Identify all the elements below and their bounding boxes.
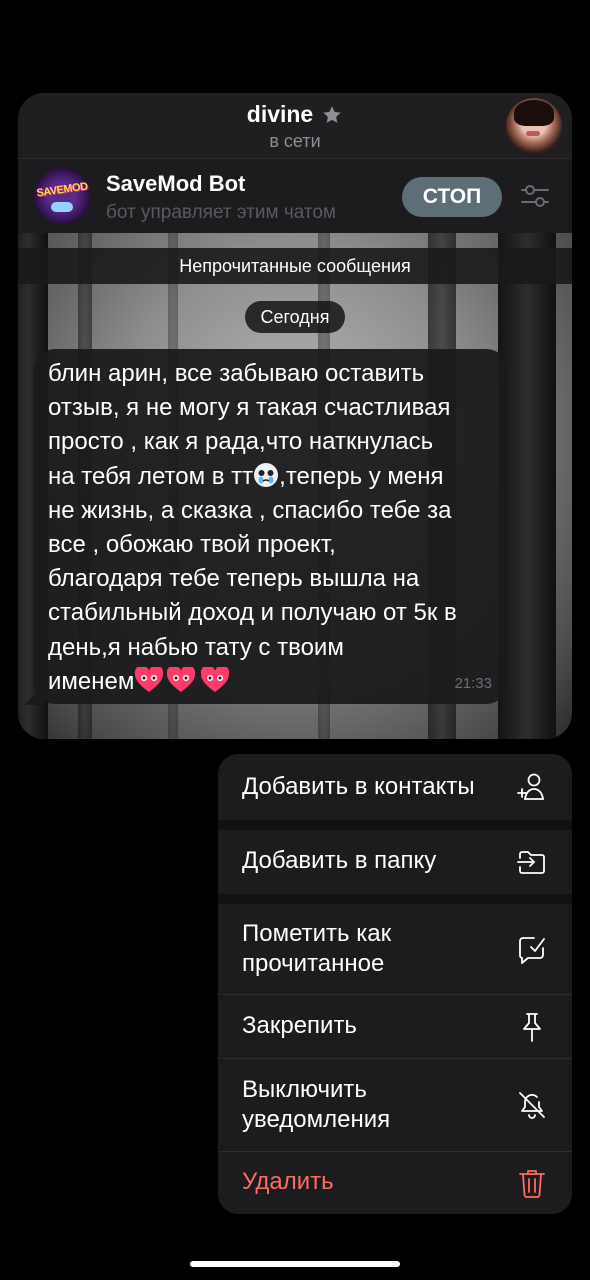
menu-group-gap <box>218 820 572 830</box>
message-line-part: именем <box>48 667 135 695</box>
message-line: благодаря тебе теперь вышла на <box>48 565 420 593</box>
crying-face-emoji-icon <box>254 462 279 487</box>
add-contact-icon <box>517 773 545 800</box>
chat-title: divine <box>246 101 314 127</box>
menu-item-label-line: уведомления <box>242 1106 391 1133</box>
message-line-part: ,теперь у меня <box>279 462 444 490</box>
bot-name: SaveMod Bot <box>106 171 246 196</box>
message-line: блин арин, все забываю оставить <box>48 360 425 387</box>
menu-item-delete[interactable]: Удалить <box>218 1152 572 1214</box>
message-time: 21:33 <box>454 675 492 692</box>
menu-item-mute[interactable]: Выключить уведомления <box>218 1059 572 1151</box>
message-text: блин арин, все забываю оставить отзыв, я… <box>48 357 498 699</box>
message-line: все , обожаю твой проект, <box>48 531 336 559</box>
menu-item-label: Закрепить <box>242 1012 357 1039</box>
menu-item-pin[interactable]: Закрепить <box>218 995 572 1058</box>
message-line: просто , как я рада,что наткнулась <box>48 428 434 456</box>
chat-header: divine в сети <box>18 93 572 158</box>
chat-preview-card[interactable]: divine в сети SAVEMOD SaveMod Bot бот уп… <box>18 93 572 739</box>
message-line: именем <box>48 665 498 699</box>
stop-button[interactable]: СТОП <box>402 177 502 217</box>
message-line-part: на тебя летом в тт <box>48 462 254 490</box>
menu-item-label-line: прочитанное <box>242 950 385 977</box>
bot-logo-text: SAVEMOD <box>35 180 89 200</box>
menu-item-add-to-folder[interactable]: Добавить в папку <box>218 830 572 894</box>
message-line: не жизнь, а сказка , спасибо тебе за <box>48 496 452 524</box>
mark-read-icon <box>519 937 545 964</box>
message-line: на тебя летом в тт ,теперь у меня <box>48 460 498 494</box>
unread-divider: Непрочитанные сообщения <box>18 248 572 284</box>
menu-item-label: Добавить в контакты <box>242 773 475 800</box>
message-line: стабильный доход и получаю от 5к в <box>48 599 457 627</box>
chat-background: Непрочитанные сообщения Сегодня блин ари… <box>18 233 572 739</box>
message-line: день,я набью тату с твоим <box>48 633 344 661</box>
bot-settings-icon[interactable] <box>520 181 550 211</box>
message-line: отзыв, я не могу я такая счастливая <box>48 394 451 422</box>
menu-group-gap <box>218 894 572 904</box>
bot-logo: SAVEMOD <box>34 168 90 224</box>
menu-item-label-line: Выключить <box>242 1076 367 1103</box>
date-badge: Сегодня <box>245 301 345 333</box>
avatar[interactable] <box>506 98 562 154</box>
pin-icon <box>523 1013 541 1042</box>
menu-item-label: Добавить в папку <box>242 847 437 874</box>
menu-item-mark-read[interactable]: Пометить как прочитанное <box>218 904 572 994</box>
menu-item-label: Выключить уведомления <box>242 1075 390 1135</box>
menu-item-label: Удалить <box>242 1168 334 1195</box>
trash-icon <box>519 1170 545 1198</box>
menu-item-add-contact[interactable]: Добавить в контакты <box>218 754 572 820</box>
bot-logo-eyes <box>51 202 73 212</box>
bot-bar: SAVEMOD SaveMod Bot бот управляет этим ч… <box>18 158 572 233</box>
context-menu: Добавить в контакты Добавить в папку Пом… <box>218 754 572 1214</box>
star-icon <box>323 105 341 123</box>
mute-icon <box>519 1092 545 1119</box>
chat-title-row: divine <box>18 101 572 128</box>
heart-face-emoji-icon <box>167 666 196 692</box>
bot-subtitle: бот управляет этим чатом <box>106 202 336 223</box>
message-bubble[interactable]: блин арин, все забываю оставить отзыв, я… <box>33 349 508 704</box>
chat-status: в сети <box>269 131 321 151</box>
home-indicator[interactable] <box>190 1261 400 1267</box>
heart-face-emoji-icon <box>201 666 230 692</box>
menu-item-label-line: Пометить как <box>242 920 392 947</box>
add-to-folder-icon <box>517 851 545 874</box>
menu-item-label: Пометить как прочитанное <box>242 919 391 979</box>
heart-face-emoji-icon <box>135 666 164 692</box>
